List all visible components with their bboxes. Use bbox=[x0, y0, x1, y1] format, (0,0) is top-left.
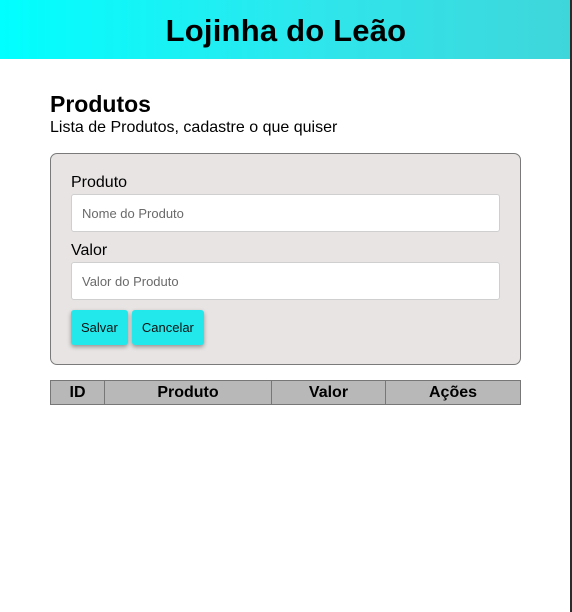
column-header-id: ID bbox=[50, 380, 105, 405]
app-header: Lojinha do Leão bbox=[0, 0, 572, 59]
table-header-row: ID Produto Valor Ações bbox=[50, 380, 521, 405]
app-title: Lojinha do Leão bbox=[165, 12, 407, 48]
page-subtitle: Lista de Produtos, cadastre o que quiser bbox=[50, 119, 338, 136]
main-content: Produtos Lista de Produtos, cadastre o q… bbox=[50, 90, 521, 405]
form-actions: Salvar Cancelar bbox=[71, 310, 500, 345]
save-button[interactable]: Salvar bbox=[71, 310, 128, 345]
product-price-input[interactable] bbox=[71, 262, 500, 300]
product-field-group: Produto bbox=[71, 174, 500, 232]
column-header-price: Valor bbox=[271, 380, 386, 405]
products-table: ID Produto Valor Ações bbox=[50, 380, 521, 405]
product-form: Produto Valor Salvar Cancelar bbox=[50, 153, 521, 365]
cancel-button[interactable]: Cancelar bbox=[131, 310, 204, 345]
page-title: Produtos bbox=[50, 91, 151, 117]
column-header-product: Produto bbox=[104, 380, 272, 405]
product-name-input[interactable] bbox=[71, 194, 500, 232]
product-label: Produto bbox=[71, 174, 128, 191]
price-label: Valor bbox=[71, 242, 108, 259]
price-field-group: Valor bbox=[71, 242, 500, 300]
column-header-actions: Ações bbox=[385, 380, 521, 405]
